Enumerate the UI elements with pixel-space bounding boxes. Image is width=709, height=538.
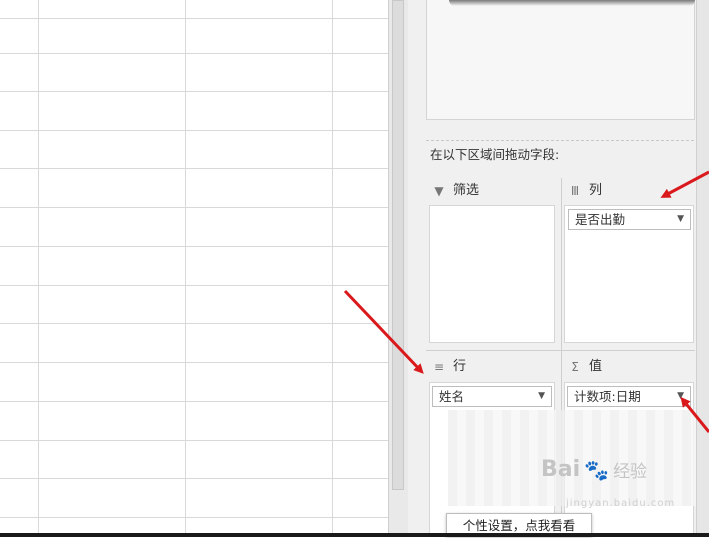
column-divider bbox=[185, 0, 186, 537]
values-field-label: 计数项:日期 bbox=[574, 389, 641, 404]
bottom-border bbox=[0, 533, 709, 537]
rows-icon: ≡ bbox=[433, 360, 445, 374]
values-area-label: 值 bbox=[589, 359, 603, 374]
filter-icon: ▼ bbox=[434, 184, 444, 198]
values-area-header: Σ 值 bbox=[568, 356, 602, 378]
popup-shadow bbox=[449, 0, 695, 6]
scrollbar-thumb[interactable] bbox=[392, 0, 404, 490]
columns-area-label: 列 bbox=[589, 183, 603, 198]
row-divider bbox=[0, 18, 388, 19]
chevron-down-icon[interactable]: ▼ bbox=[677, 210, 684, 229]
row-divider bbox=[0, 440, 388, 441]
chevron-down-icon[interactable]: ▼ bbox=[538, 387, 545, 406]
rows-area-label: 行 bbox=[453, 359, 467, 374]
chevron-down-icon[interactable]: ▼ bbox=[677, 387, 684, 406]
vertical-scrollbar[interactable] bbox=[388, 0, 408, 537]
columns-area-header: Ⅲ 列 bbox=[568, 180, 602, 202]
filter-area-label: 筛选 bbox=[453, 183, 480, 198]
panel-right-edge bbox=[696, 0, 709, 537]
row-divider bbox=[0, 323, 388, 324]
filter-drop-zone[interactable] bbox=[429, 205, 555, 343]
filter-area-header: ▼ 筛选 bbox=[432, 180, 479, 202]
row-divider bbox=[0, 478, 388, 479]
watermark-url: jingyan.baidu.com bbox=[566, 498, 676, 509]
panel-splitter[interactable] bbox=[408, 0, 426, 537]
rows-area-header: ≡ 行 bbox=[432, 356, 466, 378]
area-divider bbox=[426, 350, 695, 351]
values-field-chip[interactable]: 计数项:日期 ▼ bbox=[567, 386, 691, 407]
baidu-watermark: Bai 🐾 经验 bbox=[541, 457, 648, 482]
columns-field-chip[interactable]: 是否出勤 ▼ bbox=[568, 209, 691, 230]
row-divider bbox=[0, 53, 388, 54]
drag-hint-label: 在以下区域间拖动字段: bbox=[430, 147, 560, 162]
column-divider bbox=[38, 0, 39, 537]
row-divider bbox=[0, 401, 388, 402]
columns-icon: Ⅲ bbox=[570, 184, 580, 198]
sigma-icon: Σ bbox=[571, 360, 579, 374]
rows-field-chip[interactable]: 姓名 ▼ bbox=[432, 386, 552, 407]
paw-icon: 🐾 bbox=[584, 457, 610, 482]
row-divider bbox=[0, 207, 388, 208]
column-divider bbox=[332, 0, 333, 537]
row-divider bbox=[0, 362, 388, 363]
columns-field-label: 是否出勤 bbox=[575, 212, 626, 227]
row-divider bbox=[0, 130, 388, 131]
row-divider bbox=[0, 168, 388, 169]
field-list[interactable] bbox=[426, 0, 695, 120]
spreadsheet-grid[interactable] bbox=[0, 0, 388, 537]
row-divider bbox=[0, 246, 388, 247]
panel-separator bbox=[426, 140, 694, 141]
rows-field-label: 姓名 bbox=[439, 389, 465, 404]
row-divider bbox=[0, 517, 388, 518]
row-divider bbox=[0, 285, 388, 286]
pivot-field-panel: 在以下区域间拖动字段: ▼ 筛选 Ⅲ 列 是否出勤 ▼ ≡ 行 姓名 ▼ Σ 值… bbox=[426, 0, 709, 537]
columns-drop-zone[interactable]: 是否出勤 ▼ bbox=[564, 205, 694, 343]
row-divider bbox=[0, 91, 388, 92]
